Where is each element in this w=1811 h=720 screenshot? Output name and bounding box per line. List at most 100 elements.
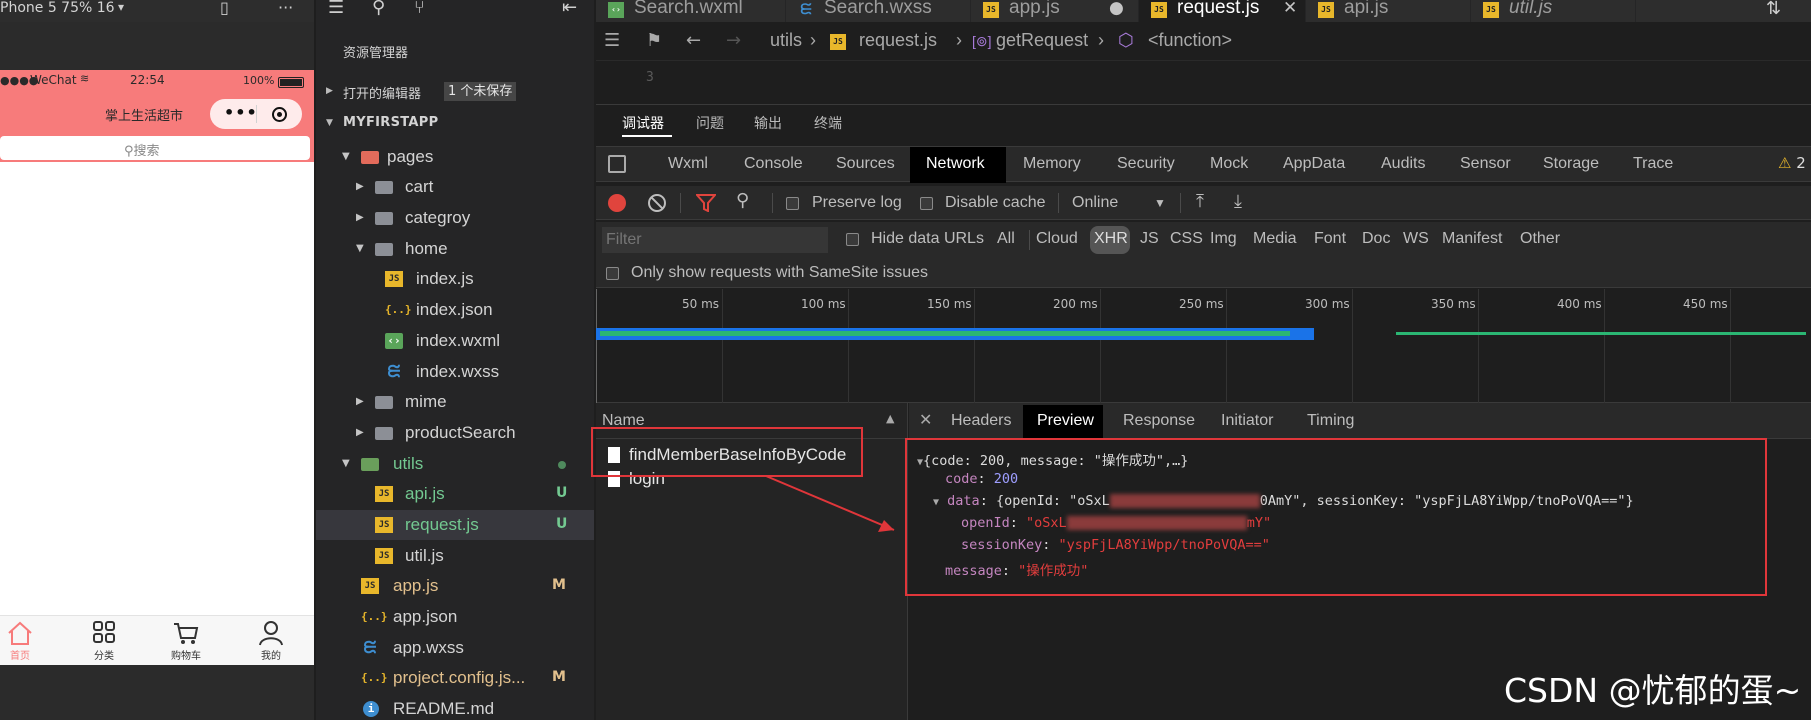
tab-search-wxss[interactable]: ᙓ Search.wxss [786, 0, 971, 22]
type-filter-cloud[interactable]: Cloud [1036, 230, 1078, 248]
tab-app-js[interactable]: JS app.js ● [971, 0, 1139, 22]
tree-item-request-js[interactable]: JS request.js U [316, 510, 594, 540]
breadcrumb-item[interactable]: utils [770, 30, 802, 51]
chevron-down-icon[interactable]: ▼ [1154, 196, 1166, 210]
record-icon[interactable] [608, 194, 626, 212]
tree-item-index-wxss[interactable]: ᙓ index.wxss [316, 357, 594, 387]
tab-search-wxml[interactable]: ‹› Search.wxml [596, 0, 786, 22]
devtools-tab-memory[interactable]: Memory [1023, 155, 1081, 173]
download-icon[interactable]: ⤓ [1234, 191, 1242, 212]
search-icon[interactable]: ⚲ [372, 0, 385, 18]
disable-cache-checkbox[interactable] [920, 197, 933, 210]
branch-icon[interactable]: ⑂ [414, 0, 425, 18]
samesite-checkbox[interactable] [606, 267, 619, 280]
tab-headers[interactable]: Headers [951, 412, 1011, 430]
tree-item-api-js[interactable]: JS api.js U [316, 479, 594, 509]
list-icon[interactable]: ☰ [328, 0, 344, 18]
tree-item-utils[interactable]: ▼ utils [316, 449, 594, 479]
network-timeline[interactable]: 50 ms 100 ms 150 ms 200 ms 250 ms 300 ms… [596, 289, 1811, 403]
type-filter-img[interactable]: Img [1210, 230, 1237, 248]
type-filter-media[interactable]: Media [1253, 230, 1297, 248]
devtools-tab-sources[interactable]: Sources [836, 155, 895, 173]
warning-counter[interactable]: ⚠ 2 [1778, 154, 1806, 172]
close-target-icon[interactable] [272, 107, 287, 122]
type-filter-all[interactable]: All [997, 230, 1015, 248]
type-filter-js[interactable]: JS [1140, 230, 1159, 248]
tab-timing[interactable]: Timing [1307, 412, 1354, 430]
devtools-tab-security[interactable]: Security [1117, 155, 1175, 173]
tree-item-index-wxml[interactable]: ‹› index.wxml [316, 326, 594, 356]
phone-icon[interactable]: ▯ [220, 0, 229, 17]
tab-response[interactable]: Response [1123, 412, 1195, 430]
devtools-tab-wxml[interactable]: Wxml [668, 155, 708, 173]
devtools-tab-storage[interactable]: Storage [1543, 155, 1599, 173]
tree-item-categroy[interactable]: ▶ categroy [316, 203, 594, 233]
capsule-menu[interactable]: ••• [210, 99, 302, 129]
clear-icon[interactable] [648, 194, 666, 212]
hide-data-urls-checkbox[interactable] [846, 233, 859, 246]
tree-item-productsearch[interactable]: ▶ productSearch [316, 418, 594, 448]
devtools-tab-network[interactable]: Network [926, 155, 985, 173]
type-filter-ws[interactable]: WS [1403, 230, 1429, 248]
sort-up-icon[interactable]: ▲ [886, 412, 894, 425]
devtools-tab-audits[interactable]: Audits [1381, 155, 1425, 173]
throttle-select[interactable]: Online [1072, 194, 1118, 212]
list-icon[interactable]: ☰ [604, 30, 620, 51]
tab-problems[interactable]: 问题 [696, 113, 724, 133]
tree-item-project-config[interactable]: {..} project.config.js... M [316, 663, 594, 693]
search-input[interactable]: ⚲搜索 [0, 136, 310, 160]
upload-icon[interactable]: ⤒ [1196, 191, 1204, 212]
breadcrumb-item[interactable]: request.js [859, 30, 937, 51]
preserve-log-checkbox[interactable] [786, 197, 799, 210]
project-section[interactable]: ▼ MYFIRSTAPP [316, 112, 594, 134]
forward-arrow-icon[interactable]: → [726, 30, 741, 51]
more-icon[interactable]: ··· [278, 0, 293, 17]
type-filter-xhr[interactable]: XHR [1094, 230, 1128, 248]
tab-terminal[interactable]: 终端 [814, 113, 842, 133]
breadcrumb-item[interactable]: getRequest [996, 30, 1088, 51]
tree-item-app-js[interactable]: JS app.js M [316, 571, 594, 601]
tree-item-app-wxss[interactable]: ᙓ app.wxss [316, 633, 594, 663]
tree-item-readme[interactable]: i README.md [316, 694, 594, 720]
collapse-icon[interactable]: ⇤ [562, 0, 577, 18]
type-filter-other[interactable]: Other [1520, 230, 1560, 248]
tab-preview[interactable]: Preview [1037, 412, 1094, 430]
back-arrow-icon[interactable]: ← [686, 30, 701, 51]
tab-initiator[interactable]: Initiator [1221, 412, 1273, 430]
devtools-tab-appdata[interactable]: AppData [1283, 155, 1345, 173]
inspect-cursor-icon[interactable] [608, 155, 626, 173]
unsaved-dot-icon[interactable]: ● [1109, 0, 1124, 18]
device-selector[interactable]: Phone 5 75% 16 [0, 0, 115, 16]
filter-icon[interactable] [696, 194, 716, 212]
tab-request-js[interactable]: JS request.js ✕ [1139, 0, 1306, 22]
chevron-down-icon[interactable]: ▾ [118, 0, 124, 14]
bookmark-icon[interactable]: ⚑ [646, 30, 662, 51]
close-icon[interactable]: ✕ [919, 410, 932, 429]
tree-item-home[interactable]: ▼ home [316, 234, 594, 264]
type-filter-font[interactable]: Font [1314, 230, 1346, 248]
tree-item-cart[interactable]: ▶ cart [316, 172, 594, 202]
tree-item-util-js[interactable]: JS util.js [316, 541, 594, 571]
compare-icon[interactable]: ⇅ [1766, 0, 1781, 19]
breadcrumb-item[interactable]: <function> [1148, 30, 1232, 51]
open-editors-section[interactable]: ▶ 打开的编辑器 1 个未保存 [316, 80, 594, 102]
type-filter-css[interactable]: CSS [1170, 230, 1203, 248]
devtools-tab-console[interactable]: Console [744, 155, 803, 173]
devtools-tab-trace[interactable]: Trace [1633, 155, 1673, 173]
tree-item-index-json[interactable]: {..} index.json [316, 295, 594, 325]
tree-item-pages[interactable]: ▼ pages [316, 142, 594, 172]
close-icon[interactable]: ✕ [1283, 0, 1297, 18]
more-dots-icon[interactable]: ••• [224, 103, 258, 122]
tab-output[interactable]: 输出 [754, 113, 782, 133]
tab-home[interactable]: 首页 [0, 618, 50, 665]
devtools-tab-sensor[interactable]: Sensor [1460, 155, 1511, 173]
type-filter-manifest[interactable]: Manifest [1442, 230, 1502, 248]
code-editor[interactable]: 3 [596, 60, 1811, 100]
tree-item-app-json[interactable]: {..} app.json [316, 602, 594, 632]
search-icon[interactable]: ⚲ [736, 190, 749, 211]
tree-item-index-js[interactable]: JS index.js [316, 264, 594, 294]
tab-category[interactable]: 分类 [74, 618, 134, 665]
filter-input[interactable] [602, 227, 828, 253]
tab-api-js[interactable]: JS api.js [1306, 0, 1471, 22]
tab-debugger[interactable]: 调试器 [622, 113, 664, 133]
